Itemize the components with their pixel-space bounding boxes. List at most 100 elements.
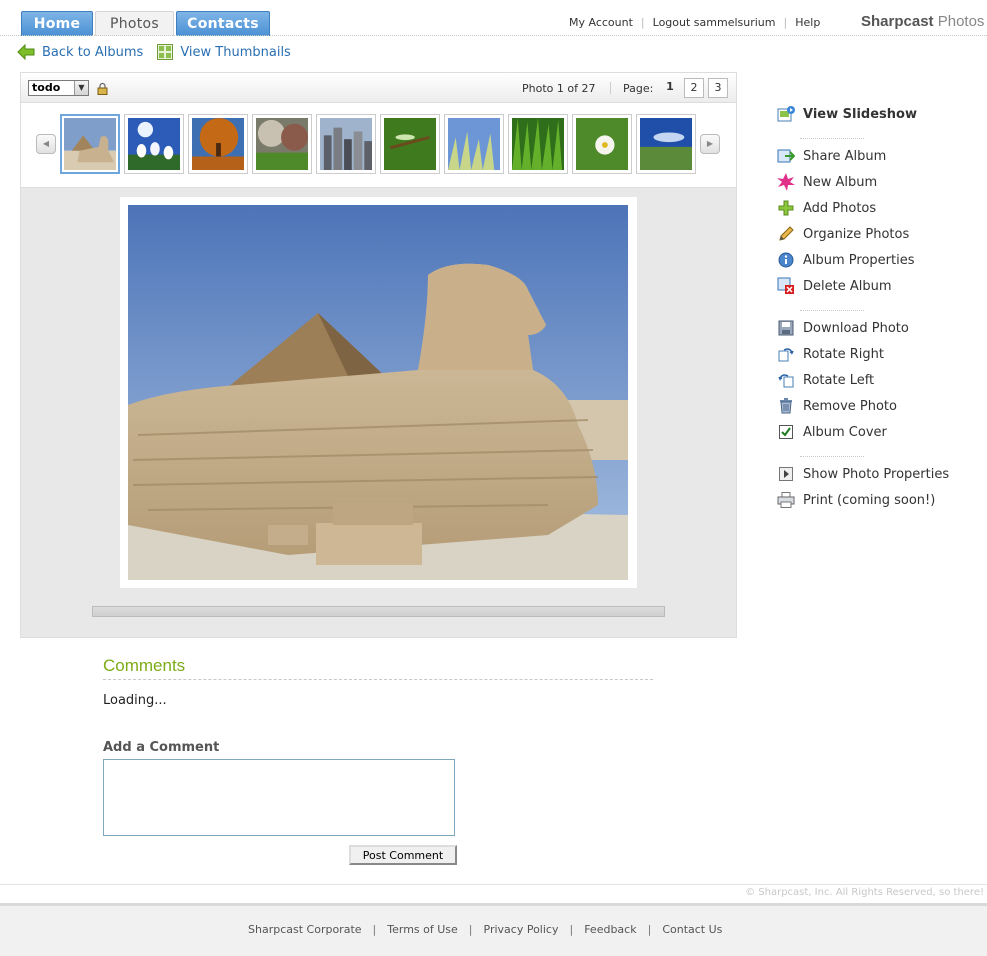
rotate-right-icon bbox=[776, 345, 796, 363]
post-comment-button[interactable]: Post Comment bbox=[349, 845, 457, 865]
city-thumbnail-image bbox=[320, 118, 372, 170]
footer-link-contact[interactable]: Contact Us bbox=[662, 923, 722, 936]
album-select[interactable]: todo ▼ bbox=[28, 80, 89, 96]
thumbnail[interactable] bbox=[252, 114, 312, 174]
back-arrow-icon bbox=[17, 44, 35, 60]
download-photo-action[interactable]: Download Photo bbox=[776, 319, 909, 337]
footer-link-corporate[interactable]: Sharpcast Corporate bbox=[248, 923, 362, 936]
green-grass-thumbnail-image bbox=[512, 118, 564, 170]
footer-separator: | bbox=[647, 923, 652, 936]
tab-home[interactable]: Home bbox=[21, 11, 93, 36]
thumbnail[interactable] bbox=[636, 114, 696, 174]
share-icon bbox=[776, 147, 796, 165]
album-cover-action[interactable]: Album Cover bbox=[776, 423, 887, 441]
tulips-thumbnail-image bbox=[128, 118, 180, 170]
sphinx-photo-image bbox=[128, 205, 628, 580]
trash-icon bbox=[776, 397, 796, 415]
page-2[interactable]: 2 bbox=[684, 78, 704, 98]
view-thumbnails-link[interactable]: View Thumbnails bbox=[157, 44, 291, 60]
comment-textarea[interactable] bbox=[103, 759, 455, 836]
tab-photos[interactable]: Photos bbox=[95, 11, 174, 36]
sub-navigation: Back to Albums View Thumbnails bbox=[17, 44, 305, 60]
link-separator: | bbox=[783, 16, 788, 29]
delete-album-action[interactable]: Delete Album bbox=[776, 277, 892, 295]
page-1[interactable]: 1 bbox=[660, 78, 680, 98]
pencil-icon bbox=[776, 225, 796, 243]
plus-icon bbox=[776, 199, 796, 217]
copyright-text: © Sharpcast, Inc. All Rights Reserved, s… bbox=[745, 887, 984, 898]
logout-link[interactable]: Logout sammelsurium bbox=[653, 16, 776, 29]
new-star-icon bbox=[776, 173, 796, 191]
logo-bold: Sharpcast bbox=[861, 13, 934, 30]
thumbnail-strip-area: todo ▼ Photo 1 of 27 Page: 1 2 3 ◀ ▶ bbox=[21, 73, 736, 188]
show-photo-properties-label: Show Photo Properties bbox=[803, 466, 950, 482]
footer-link-terms[interactable]: Terms of Use bbox=[387, 923, 458, 936]
dragonfly-thumbnail-image bbox=[384, 118, 436, 170]
album-properties-label: Album Properties bbox=[803, 252, 915, 268]
thumbnail[interactable] bbox=[444, 114, 504, 174]
top-links: My Account | Logout sammelsurium | Help bbox=[569, 16, 820, 29]
printer-icon bbox=[776, 491, 796, 509]
sphinx-thumbnail-image bbox=[64, 118, 116, 170]
delete-album-label: Delete Album bbox=[803, 278, 892, 294]
back-to-albums-link[interactable]: Back to Albums bbox=[17, 44, 143, 60]
photo-scrollbar[interactable] bbox=[92, 606, 665, 617]
main-photo[interactable] bbox=[128, 205, 628, 580]
footer-link-feedback[interactable]: Feedback bbox=[584, 923, 636, 936]
thumbnail[interactable] bbox=[124, 114, 184, 174]
grass-sky-thumbnail-image bbox=[448, 118, 500, 170]
thumbnail[interactable] bbox=[380, 114, 440, 174]
sharpcast-logo[interactable]: Sharpcast Photos bbox=[861, 13, 984, 30]
new-album-label: New Album bbox=[803, 174, 878, 190]
lock-icon[interactable] bbox=[97, 82, 108, 95]
album-cover-label: Album Cover bbox=[803, 424, 887, 440]
next-thumbs-icon[interactable]: ▶ bbox=[700, 134, 720, 154]
album-properties-action[interactable]: Album Properties bbox=[776, 251, 915, 269]
slideshow-icon bbox=[776, 105, 796, 123]
thumbnail[interactable] bbox=[60, 114, 120, 174]
main-photo-frame bbox=[120, 197, 637, 588]
field-thumbnail-image bbox=[640, 118, 692, 170]
thumbnail[interactable] bbox=[188, 114, 248, 174]
photo-viewer-panel: todo ▼ Photo 1 of 27 Page: 1 2 3 ◀ ▶ bbox=[20, 72, 737, 638]
organize-photos-action[interactable]: Organize Photos bbox=[776, 225, 909, 243]
view-slideshow-label: View Slideshow bbox=[803, 106, 917, 122]
back-to-albums-label: Back to Albums bbox=[42, 44, 144, 60]
thumbnail[interactable] bbox=[572, 114, 632, 174]
add-photos-label: Add Photos bbox=[803, 200, 877, 216]
logo-light: Photos bbox=[937, 13, 985, 30]
tab-contacts[interactable]: Contacts bbox=[176, 11, 270, 36]
toolbar-separator bbox=[610, 82, 611, 94]
add-photos-action[interactable]: Add Photos bbox=[776, 199, 876, 217]
page-3[interactable]: 3 bbox=[708, 78, 728, 98]
rotate-left-icon bbox=[776, 371, 796, 389]
share-album-action[interactable]: Share Album bbox=[776, 147, 886, 165]
thumbnails-grid-icon bbox=[157, 44, 174, 60]
help-link[interactable]: Help bbox=[795, 16, 820, 29]
thumbnail[interactable] bbox=[508, 114, 568, 174]
add-comment-heading: Add a Comment bbox=[103, 740, 220, 755]
main-tabs: Home Photos Contacts bbox=[21, 11, 272, 36]
footer-link-privacy[interactable]: Privacy Policy bbox=[484, 923, 559, 936]
comments-heading: Comments bbox=[103, 656, 186, 675]
view-slideshow-action[interactable]: View Slideshow bbox=[776, 105, 917, 123]
rotate-left-action[interactable]: Rotate Left bbox=[776, 371, 874, 389]
view-thumbnails-label: View Thumbnails bbox=[180, 44, 291, 60]
floppy-disk-icon bbox=[776, 319, 796, 337]
footer-separator: | bbox=[468, 923, 473, 936]
thumbnail[interactable] bbox=[316, 114, 376, 174]
my-account-link[interactable]: My Account bbox=[569, 16, 633, 29]
rotate-left-label: Rotate Left bbox=[803, 372, 875, 388]
new-album-action[interactable]: New Album bbox=[776, 173, 877, 191]
footer-band: Sharpcast Corporate | Terms of Use | Pri… bbox=[0, 903, 987, 956]
rotate-right-action[interactable]: Rotate Right bbox=[776, 345, 884, 363]
previous-thumbs-icon[interactable]: ◀ bbox=[36, 134, 56, 154]
print-action[interactable]: Print (coming soon!) bbox=[776, 491, 935, 509]
remove-photo-action[interactable]: Remove Photo bbox=[776, 397, 897, 415]
page-label: Page: bbox=[623, 82, 654, 95]
footer-links: Sharpcast Corporate | Terms of Use | Pri… bbox=[248, 923, 722, 936]
show-photo-properties-action[interactable]: Show Photo Properties bbox=[776, 465, 949, 483]
photo-count: Photo 1 of 27 bbox=[522, 82, 596, 95]
info-icon bbox=[776, 251, 796, 269]
expand-arrow-icon bbox=[776, 465, 796, 483]
